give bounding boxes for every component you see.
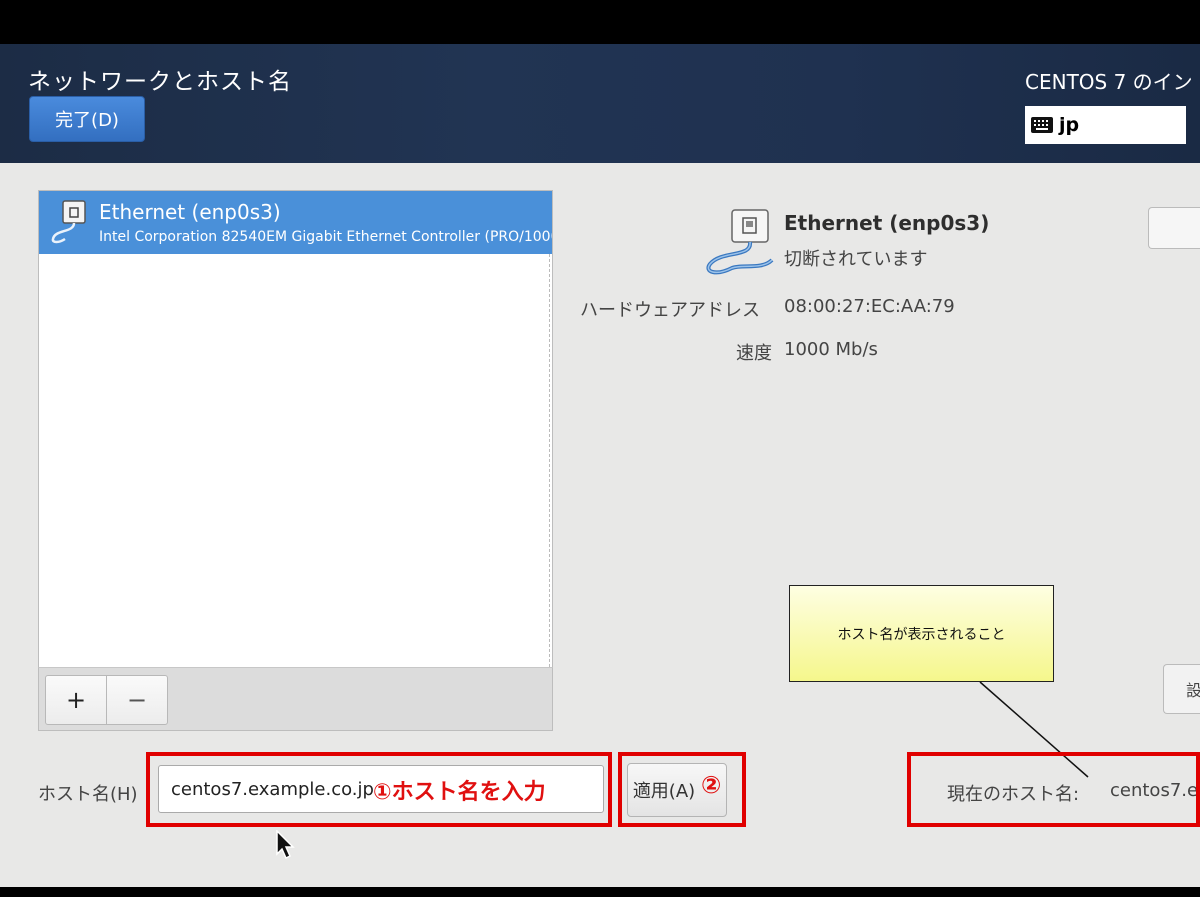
page-title: ネットワークとホスト名 (28, 69, 292, 95)
keyboard-layout-label: jp (1059, 114, 1080, 136)
highlight-box-apply (618, 752, 746, 827)
product-title: CENTOS 7 のイン (1025, 70, 1193, 94)
installer-header: ネットワークとホスト名 完了(D) CENTOS 7 のイン jp (0, 44, 1200, 163)
main-content: Ethernet (enp0s3) Intel Corporation 8254… (0, 163, 1200, 887)
bottom-black-bar (0, 887, 1200, 897)
mouse-pointer-icon (276, 830, 295, 860)
keyboard-layout-indicator[interactable]: jp (1025, 106, 1186, 144)
highlight-box-current (907, 752, 1200, 827)
hostname-label: ホスト名(H) (38, 784, 138, 805)
highlight-box-hostname (146, 752, 612, 827)
keyboard-icon (1031, 117, 1053, 133)
done-button[interactable]: 完了(D) (29, 96, 145, 142)
top-black-bar (0, 0, 1200, 44)
